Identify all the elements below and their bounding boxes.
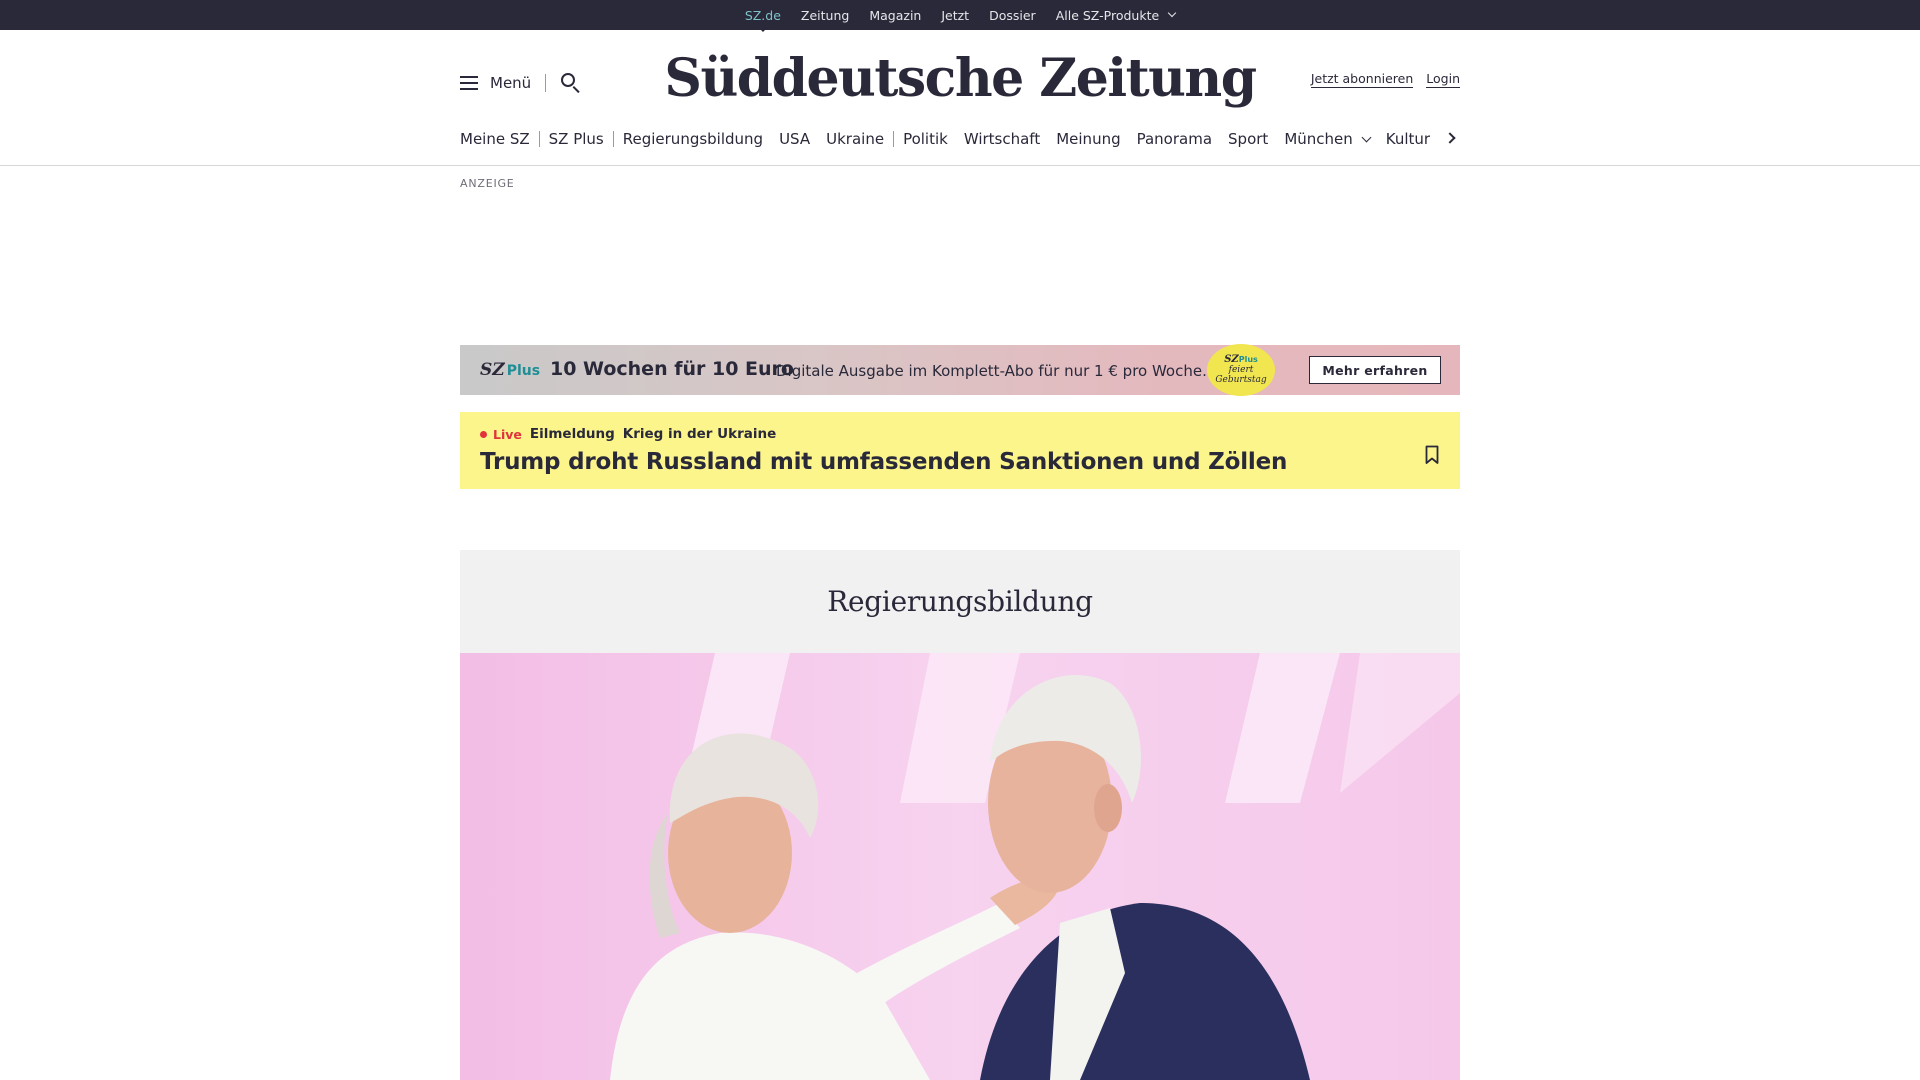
- account-links: Jetzt abonnieren Login: [1310, 71, 1460, 88]
- topbar-dropdown-products[interactable]: Alle SZ-Produkte: [1055, 7, 1177, 23]
- ad-label: ANZEIGE: [460, 177, 515, 190]
- nav-item-panorama[interactable]: Panorama: [1137, 130, 1212, 148]
- subscribe-link[interactable]: Jetzt abonnieren: [1310, 71, 1414, 88]
- promo-logo-plus: Plus: [506, 363, 541, 379]
- breaking-kicker: Eilmeldung: [529, 426, 615, 442]
- topbar-link-jetzt[interactable]: Jetzt: [941, 8, 969, 23]
- nav-item-politik[interactable]: Politik: [903, 130, 948, 148]
- nav-item-regierungsbildung[interactable]: Regierungsbildung: [623, 130, 763, 148]
- sz-plus-logo: SZ Plus: [480, 360, 540, 380]
- sz-plus-promo-banner[interactable]: SZ Plus 10 Wochen für 10 Euro Digitale Au…: [460, 344, 1460, 396]
- topbar-dropdown-label: Alle SZ-Produkte: [1055, 7, 1160, 23]
- badge-plus: Plus: [1238, 355, 1258, 364]
- topbar-link-zeitung[interactable]: Zeitung: [801, 8, 849, 23]
- live-label: Live: [493, 426, 522, 442]
- topbar-link-dossier[interactable]: Dossier: [989, 8, 1036, 23]
- promo-logo-sz: SZ: [480, 360, 505, 380]
- nav-item-sport[interactable]: Sport: [1228, 130, 1268, 148]
- nav-item-wirtschaft[interactable]: Wirtschaft: [964, 130, 1040, 148]
- nav-divider: [612, 131, 614, 147]
- badge-line-2: Geburtstag: [1215, 375, 1267, 385]
- hero-image[interactable]: [460, 653, 1460, 1080]
- birthday-badge: SZPlus feiert Geburtstag: [1207, 344, 1275, 396]
- nav-item-kultur[interactable]: Kultur: [1386, 130, 1430, 148]
- breaking-headline[interactable]: Trump droht Russland mit umfassenden San…: [480, 449, 1287, 475]
- topbar-link-magazin[interactable]: Magazin: [869, 8, 921, 23]
- top-bar: SZ.de Zeitung Magazin Jetzt Dossier Alle…: [0, 0, 1920, 32]
- nav-divider: [538, 131, 540, 147]
- chevron-down-icon: [1167, 8, 1177, 18]
- section-header[interactable]: Regierungsbildung: [460, 550, 1460, 653]
- breaking-kicker-row: Live Eilmeldung Krieg in der Ukraine: [480, 426, 776, 442]
- breaking-news-teaser[interactable]: Live Eilmeldung Krieg in der Ukraine Tru…: [460, 412, 1460, 489]
- nav-item-sz-plus[interactable]: SZ Plus: [549, 130, 604, 148]
- bookmark-icon[interactable]: [1425, 445, 1439, 467]
- promo-headline: 10 Wochen für 10 Euro: [550, 358, 794, 380]
- nav-item-muenchen-label: München: [1284, 130, 1353, 148]
- mehr-erfahren-button[interactable]: Mehr erfahren: [1309, 356, 1441, 384]
- nav-item-meine-sz[interactable]: Meine SZ: [460, 130, 530, 148]
- hero-photo: [460, 653, 1460, 1080]
- nav-divider-line: [0, 165, 1920, 166]
- main-nav: Meine SZ SZ Plus Regierungsbildung USA U…: [460, 128, 1460, 150]
- login-link[interactable]: Login: [1426, 71, 1460, 88]
- nav-item-usa[interactable]: USA: [779, 130, 810, 148]
- site-header: Menü Süddeutsche Zeitung Jetzt abonniere…: [460, 30, 1460, 135]
- nav-item-muenchen[interactable]: München: [1284, 130, 1372, 148]
- breaking-topic: Krieg in der Ukraine: [622, 426, 777, 442]
- promo-text: Digitale Ausgabe im Komplett-Abo für nur…: [776, 362, 1207, 380]
- nav-item-ukraine[interactable]: Ukraine: [826, 130, 884, 148]
- badge-line-1: feiert: [1228, 365, 1254, 375]
- chevron-down-icon: [1361, 132, 1372, 142]
- live-dot-icon: [480, 430, 487, 438]
- badge-sz: SZ: [1224, 354, 1239, 365]
- chevron-right-icon[interactable]: [1444, 132, 1456, 144]
- section-title: Regierungsbildung: [827, 585, 1093, 618]
- nav-divider: [893, 131, 895, 147]
- nav-item-meinung[interactable]: Meinung: [1056, 130, 1120, 148]
- topbar-link-szde[interactable]: SZ.de: [745, 8, 781, 32]
